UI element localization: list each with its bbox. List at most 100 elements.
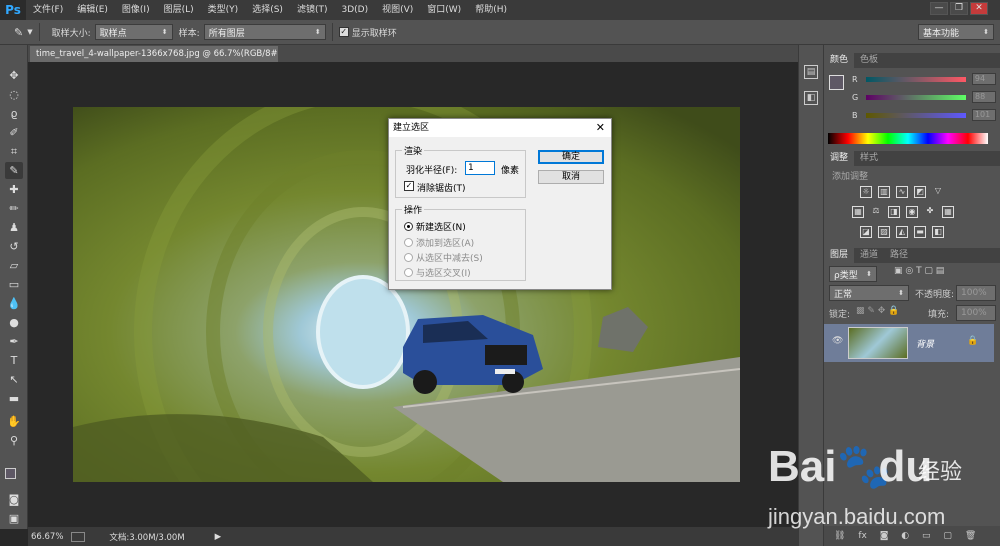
menu-select[interactable]: 选择(S) bbox=[245, 0, 290, 20]
radio-label: 与选区交叉(I) bbox=[416, 269, 471, 279]
document-tab[interactable]: time_travel_4-wallpaper-1366x768.jpg @ 6… bbox=[30, 46, 278, 62]
green-value[interactable]: 88 bbox=[972, 91, 996, 103]
red-value[interactable]: 94 bbox=[971, 73, 996, 85]
path-select-tool-icon[interactable]: ↖ bbox=[5, 371, 23, 388]
menu-layer[interactable]: 图层(L) bbox=[157, 0, 201, 20]
green-slider[interactable] bbox=[866, 94, 967, 100]
restore-button[interactable]: ❐ bbox=[950, 2, 968, 15]
brush-tool-icon[interactable]: ✏ bbox=[5, 200, 23, 217]
invert-icon[interactable]: ◪ bbox=[860, 226, 872, 238]
opacity-input[interactable]: 100% bbox=[956, 285, 996, 301]
chevron-down-icon[interactable]: ▼ bbox=[27, 28, 32, 36]
foreground-color-swatch[interactable] bbox=[5, 468, 16, 479]
sample-select[interactable]: 所有图层 ⬍ bbox=[203, 24, 326, 40]
tab-paths[interactable]: 路径 bbox=[884, 248, 914, 263]
visibility-eye-icon[interactable]: 👁 bbox=[832, 336, 843, 346]
pen-tool-icon[interactable]: ✒ bbox=[5, 333, 23, 350]
properties-panel-icon[interactable]: ◧ bbox=[804, 91, 818, 105]
photo-filter-icon[interactable]: ◉ bbox=[906, 206, 918, 218]
type-tool-icon[interactable]: T bbox=[5, 352, 23, 369]
antialias-label: 消除锯齿(T) bbox=[417, 184, 466, 194]
eyedropper-tool-icon[interactable]: ✎ bbox=[5, 162, 23, 179]
zoom-tool-icon[interactable]: ⚲ bbox=[5, 432, 23, 449]
filter-icons[interactable]: ▣ ◎ T ▢ ▤ bbox=[894, 266, 944, 276]
threshold-icon[interactable]: ◭ bbox=[896, 226, 908, 238]
color-spectrum[interactable] bbox=[828, 133, 988, 144]
screen-mode-icon[interactable]: ▣ bbox=[5, 510, 23, 527]
marquee-tool-icon[interactable]: ◌ bbox=[5, 86, 23, 103]
green-label: G bbox=[852, 92, 859, 102]
tab-layers[interactable]: 图层 bbox=[824, 248, 855, 263]
levels-icon[interactable]: ▥ bbox=[878, 186, 890, 198]
menu-type[interactable]: 类型(Y) bbox=[201, 0, 246, 20]
hand-tool-icon[interactable]: ✋ bbox=[5, 413, 23, 430]
crop-tool-icon[interactable]: ⌗ bbox=[5, 143, 23, 160]
blue-slider[interactable] bbox=[865, 112, 966, 118]
operation-group-title: 操作 bbox=[402, 203, 425, 216]
menu-filter[interactable]: 滤镜(T) bbox=[290, 0, 335, 20]
zoom-level[interactable]: 66.67% bbox=[31, 532, 63, 542]
blur-tool-icon[interactable]: 💧 bbox=[5, 295, 23, 312]
lock-icons[interactable]: ▩ ✎ ✥ 🔒 bbox=[856, 306, 899, 316]
channel-mixer-icon[interactable]: ✤ bbox=[924, 206, 936, 218]
exposure-icon[interactable]: ◩ bbox=[914, 186, 926, 198]
status-preview-icon[interactable] bbox=[71, 531, 86, 542]
dialog-close-icon[interactable]: ✕ bbox=[596, 119, 605, 137]
ok-button[interactable]: 确定 bbox=[538, 150, 604, 164]
quick-mask-icon[interactable]: ◙ bbox=[5, 491, 23, 508]
tab-color[interactable]: 颜色 bbox=[824, 53, 855, 68]
shape-tool-icon[interactable]: ▬ bbox=[5, 390, 23, 407]
minimize-button[interactable]: — bbox=[930, 2, 948, 15]
posterize-icon[interactable]: ▨ bbox=[878, 226, 890, 238]
radio-dot bbox=[404, 238, 413, 247]
stamp-tool-icon[interactable]: ♟ bbox=[5, 219, 23, 236]
blend-mode-select[interactable]: 正常 ⬍ bbox=[829, 285, 909, 301]
vibrance-icon[interactable]: ▽ bbox=[932, 186, 944, 198]
fill-input[interactable]: 100% bbox=[956, 305, 996, 321]
layer-name[interactable]: 背景 bbox=[916, 337, 934, 350]
brightness-icon[interactable]: ☼ bbox=[860, 186, 872, 198]
color-lookup-icon[interactable]: ▦ bbox=[942, 206, 954, 218]
show-ring-checkbox[interactable]: ✓ bbox=[338, 27, 349, 37]
hue-saturation-icon[interactable]: ▦ bbox=[852, 206, 864, 218]
menu-help[interactable]: 帮助(H) bbox=[468, 0, 514, 20]
healing-brush-tool-icon[interactable]: ✚ bbox=[5, 181, 23, 198]
cancel-button[interactable]: 取消 bbox=[538, 170, 604, 184]
antialias-checkbox[interactable]: ✓ bbox=[404, 181, 414, 191]
tab-styles[interactable]: 样式 bbox=[854, 151, 884, 166]
selective-color-icon[interactable]: ◧ bbox=[932, 226, 944, 238]
tab-adjustments[interactable]: 调整 bbox=[824, 151, 855, 166]
dodge-tool-icon[interactable]: ● bbox=[5, 314, 23, 331]
move-tool-icon[interactable]: ✥ bbox=[5, 67, 23, 84]
radio-new-selection[interactable]: 新建选区(N) bbox=[404, 220, 466, 233]
menu-edit[interactable]: 编辑(E) bbox=[70, 0, 115, 20]
eraser-tool-icon[interactable]: ▱ bbox=[5, 257, 23, 274]
menu-image[interactable]: 图像(I) bbox=[115, 0, 157, 20]
history-panel-icon[interactable]: ▤ bbox=[804, 65, 818, 79]
tab-channels[interactable]: 通道 bbox=[854, 248, 884, 263]
layer-row-background[interactable]: 👁 背景 🔒 bbox=[824, 324, 994, 362]
quick-select-tool-icon[interactable]: ✐ bbox=[5, 124, 23, 141]
menu-view[interactable]: 视图(V) bbox=[375, 0, 420, 20]
tab-swatches[interactable]: 色板 bbox=[854, 53, 884, 68]
radio-add-to-selection: 添加到选区(A) bbox=[404, 236, 474, 249]
lasso-tool-icon[interactable]: ϱ bbox=[5, 105, 23, 122]
workspace-select[interactable]: 基本功能 ⬍ bbox=[918, 24, 994, 40]
eyedropper-preset-icon[interactable]: ✎ bbox=[14, 26, 23, 39]
red-slider[interactable] bbox=[865, 76, 966, 82]
menu-3d[interactable]: 3D(D) bbox=[334, 0, 375, 20]
sample-size-select[interactable]: 取样点 ⬍ bbox=[94, 24, 173, 40]
black-white-icon[interactable]: ◨ bbox=[888, 206, 900, 218]
color-balance-icon[interactable]: ⚖ bbox=[870, 206, 882, 218]
status-arrow-icon[interactable]: ▶ bbox=[215, 532, 222, 542]
gradient-tool-icon[interactable]: ▭ bbox=[5, 276, 23, 293]
menu-window[interactable]: 窗口(W) bbox=[420, 0, 468, 20]
history-brush-tool-icon[interactable]: ↺ bbox=[5, 238, 23, 255]
feather-input[interactable]: 1 bbox=[465, 161, 495, 175]
blue-value[interactable]: 101 bbox=[971, 109, 996, 121]
menu-file[interactable]: 文件(F) bbox=[26, 0, 70, 20]
close-button[interactable]: ✕ bbox=[970, 2, 988, 15]
curves-icon[interactable]: ∿ bbox=[896, 186, 908, 198]
layer-filter-select[interactable]: ρ类型 ⬍ bbox=[829, 266, 877, 282]
gradient-map-icon[interactable]: ▬ bbox=[914, 226, 926, 238]
